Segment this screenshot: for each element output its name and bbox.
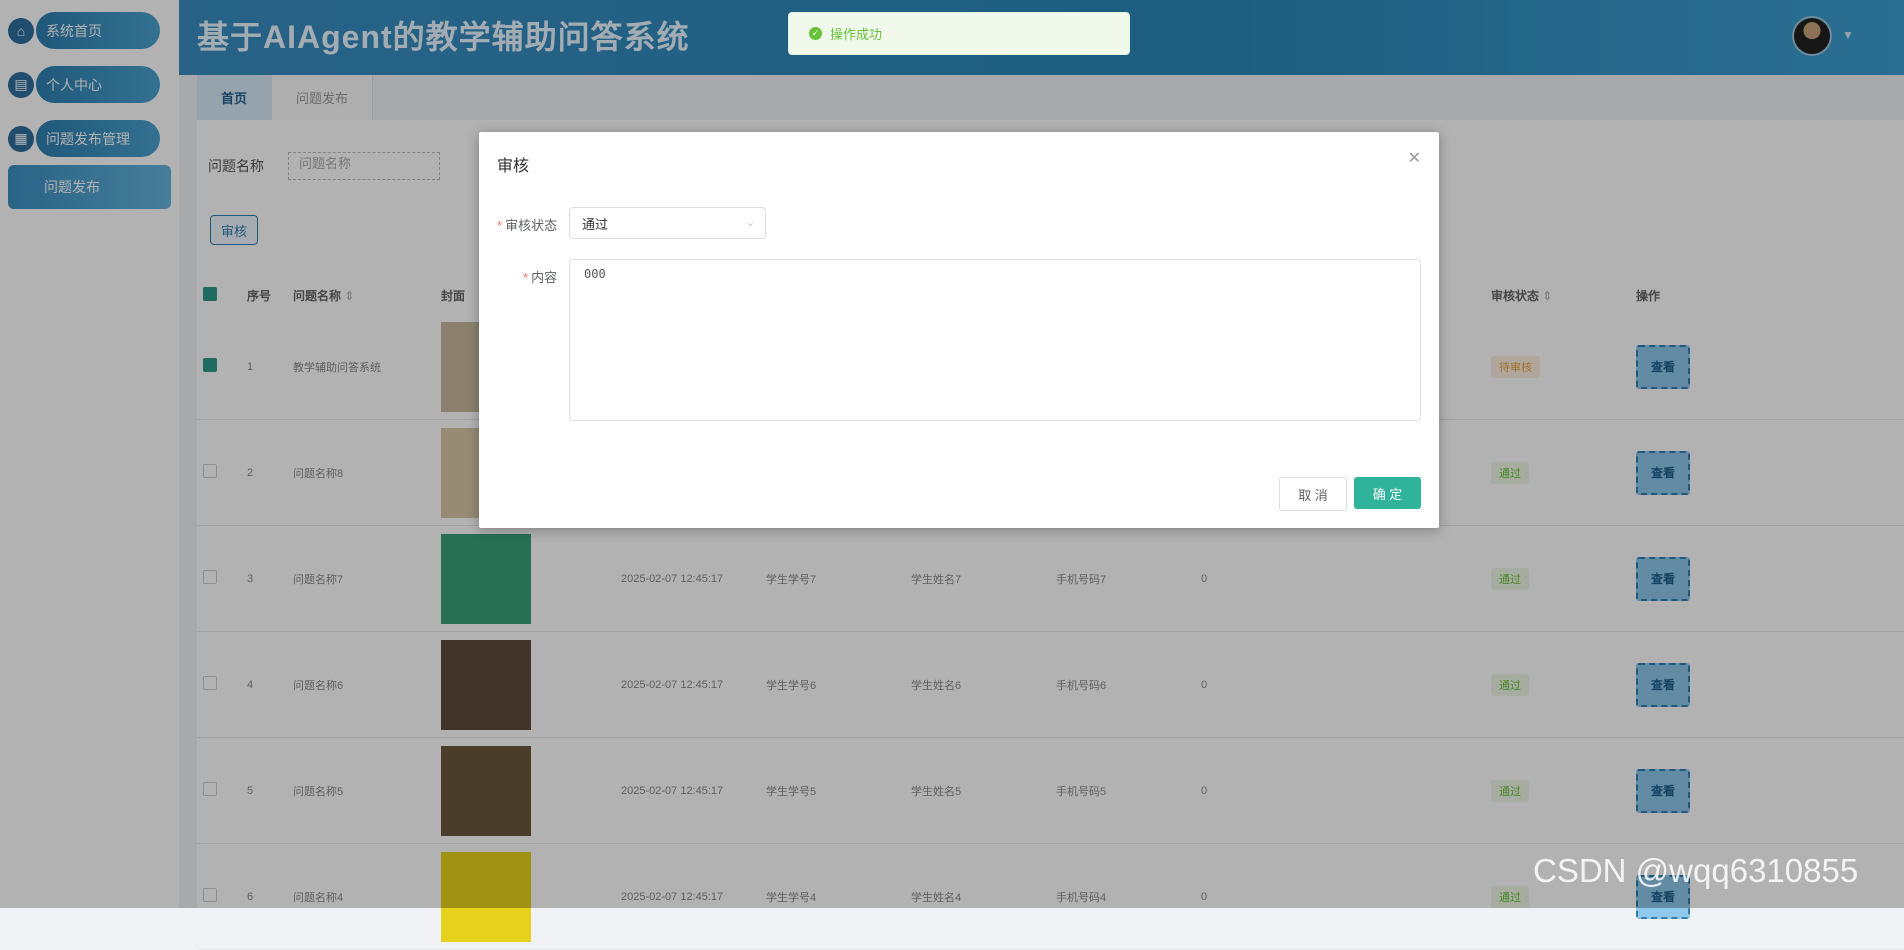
check-circle-icon: ✓	[809, 27, 822, 40]
status-select-value: 通过	[582, 216, 609, 232]
audit-dialog: 审核 ✕ * 审核状态 通过 ⌄ * 内容 000 取 消 确 定	[479, 132, 1439, 528]
status-select[interactable]: 通过 ⌄	[569, 207, 766, 239]
toast-message: 操作成功	[830, 27, 883, 42]
status-label: * 审核状态	[497, 218, 558, 233]
cancel-button[interactable]: 取 消	[1279, 477, 1347, 511]
watermark: CSDN @wqq6310855	[1533, 852, 1859, 889]
confirm-button[interactable]: 确 定	[1354, 477, 1421, 509]
chevron-down-icon: ⌄	[745, 217, 755, 229]
content-label: * 内容	[523, 270, 558, 285]
success-toast: ✓ 操作成功	[788, 12, 1130, 55]
close-icon[interactable]: ✕	[1408, 148, 1421, 168]
content-textarea[interactable]: 000	[569, 259, 1421, 421]
dialog-title: 审核	[497, 158, 530, 175]
mouse-cursor	[940, 140, 954, 156]
